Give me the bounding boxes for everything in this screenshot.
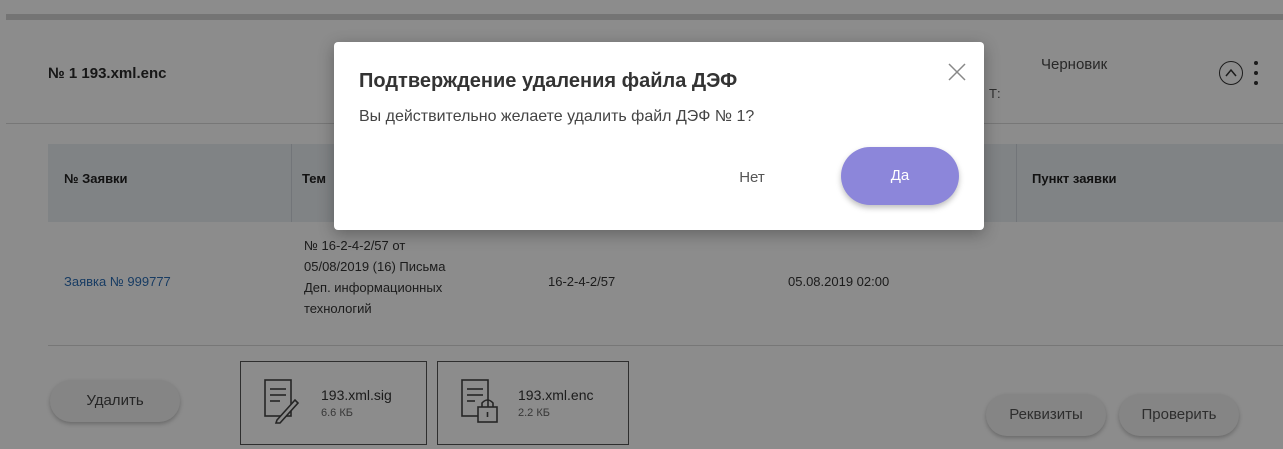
no-button[interactable]: Нет bbox=[712, 150, 792, 206]
dialog-title: Подтверждение удаления файла ДЭФ bbox=[359, 70, 738, 92]
confirm-dialog: Подтверждение удаления файла ДЭФ Вы дейс… bbox=[334, 42, 984, 230]
dialog-message: Вы действительно желаете удалить файл ДЭ… bbox=[359, 108, 755, 125]
yes-button[interactable]: Да bbox=[841, 147, 959, 205]
close-icon[interactable] bbox=[946, 61, 968, 83]
